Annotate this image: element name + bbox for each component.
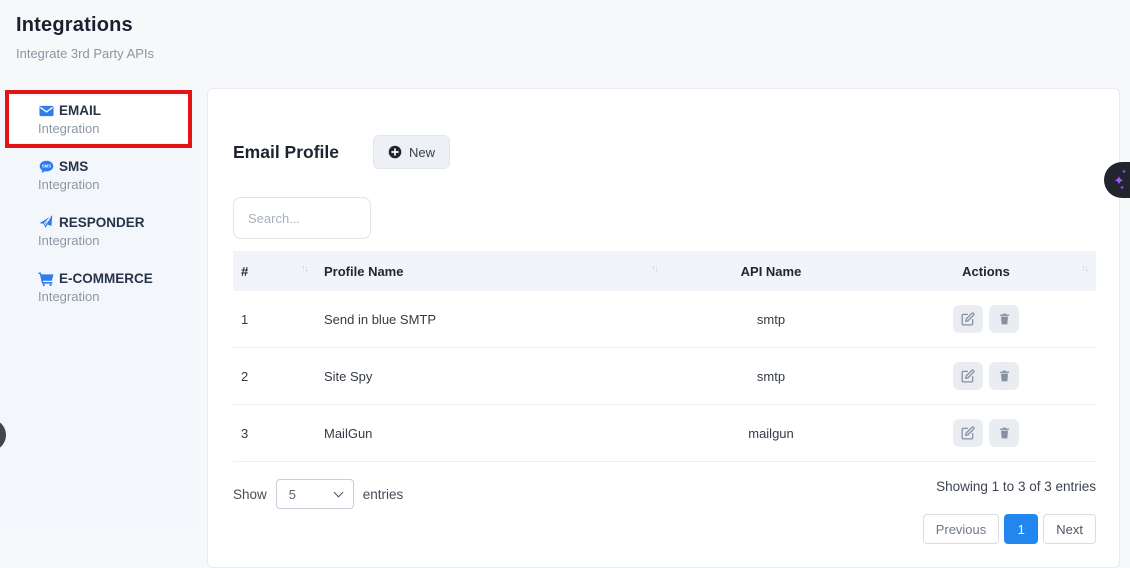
trash-icon xyxy=(998,369,1011,383)
delete-button[interactable] xyxy=(989,362,1019,390)
new-profile-button[interactable]: New xyxy=(373,135,450,169)
new-button-label: New xyxy=(409,145,435,160)
page-size-select[interactable]: 5 xyxy=(276,479,354,509)
cell-num: 1 xyxy=(233,291,316,348)
page-title: Integrations xyxy=(16,14,154,37)
trash-icon xyxy=(998,312,1011,326)
delete-button[interactable] xyxy=(989,305,1019,333)
sort-icon[interactable]: ↑↓ xyxy=(1081,263,1088,273)
edit-pencil-icon xyxy=(961,312,975,326)
sidebar-item-sublabel: Integration xyxy=(38,177,182,192)
edit-button[interactable] xyxy=(953,362,983,390)
page-subtitle: Integrate 3rd Party APIs xyxy=(16,46,154,61)
sort-icon[interactable]: ↑↓ xyxy=(301,263,308,273)
paper-plane-icon xyxy=(38,216,54,229)
sidebar-item-label: E-COMMERCE xyxy=(59,271,153,286)
sort-icon[interactable]: ↑↓ xyxy=(651,263,658,273)
table-row: 2 Site Spy smtp xyxy=(233,348,1096,405)
cell-profile-name: MailGun xyxy=(316,405,666,462)
edit-pencil-icon xyxy=(961,369,975,383)
table-footer: Show 5 entries Showing 1 to 3 of 3 entri… xyxy=(233,479,1096,544)
sparkle-icon: ✦ xyxy=(1121,168,1127,176)
cell-num: 2 xyxy=(233,348,316,405)
cell-num: 3 xyxy=(233,405,316,462)
sidebar-item-ecommerce[interactable]: E-COMMERCE Integration xyxy=(8,264,188,311)
svg-text:SMS: SMS xyxy=(42,163,51,168)
edit-pencil-icon xyxy=(961,426,975,440)
sms-bubble-icon: SMS xyxy=(38,160,54,174)
table-header-row: # ↑↓ Profile Name ↑↓ API Name Actions ↑↓ xyxy=(233,251,1096,291)
cell-profile-name: Send in blue SMTP xyxy=(316,291,666,348)
sidebar-item-label: RESPONDER xyxy=(59,215,145,230)
page-header: Integrations Integrate 3rd Party APIs xyxy=(16,14,154,61)
integration-sidebar: EMAIL Integration SMS SMS Integration RE… xyxy=(0,88,200,528)
delete-button[interactable] xyxy=(989,419,1019,447)
table-row: 3 MailGun mailgun xyxy=(233,405,1096,462)
sidebar-item-sublabel: Integration xyxy=(38,121,182,136)
envelope-icon xyxy=(38,105,54,117)
next-page-button[interactable]: Next xyxy=(1043,514,1096,544)
cell-profile-name: Site Spy xyxy=(316,348,666,405)
sidebar-item-responder[interactable]: RESPONDER Integration xyxy=(8,208,188,255)
entries-label: entries xyxy=(363,487,404,502)
trash-icon xyxy=(998,426,1011,440)
search-input[interactable] xyxy=(233,197,371,239)
page-number-button[interactable]: 1 xyxy=(1004,514,1038,544)
plus-circle-icon xyxy=(388,145,402,159)
column-header-actions[interactable]: Actions ↑↓ xyxy=(876,251,1096,291)
edit-button[interactable] xyxy=(953,305,983,333)
email-profile-table: # ↑↓ Profile Name ↑↓ API Name Actions ↑↓… xyxy=(233,251,1096,462)
previous-page-button[interactable]: Previous xyxy=(923,514,1000,544)
sidebar-item-email[interactable]: EMAIL Integration xyxy=(8,96,188,143)
sidebar-item-label: EMAIL xyxy=(59,103,101,118)
cell-api-name: smtp xyxy=(666,291,876,348)
pagination: Previous 1 Next xyxy=(923,514,1096,544)
column-header-num[interactable]: # ↑↓ xyxy=(233,251,316,291)
column-header-api-name[interactable]: API Name xyxy=(666,251,876,291)
column-header-profile-name[interactable]: Profile Name ↑↓ xyxy=(316,251,666,291)
cell-api-name: mailgun xyxy=(666,405,876,462)
sparkle-icon: ✦ xyxy=(1119,184,1125,192)
sidebar-item-sublabel: Integration xyxy=(38,289,182,304)
shopping-cart-icon xyxy=(38,272,54,286)
sidebar-item-sms[interactable]: SMS SMS Integration xyxy=(8,152,188,199)
table-row: 1 Send in blue SMTP smtp xyxy=(233,291,1096,348)
email-profile-card: Email Profile New # ↑↓ Profile Name ↑↓ xyxy=(207,88,1120,568)
edit-button[interactable] xyxy=(953,419,983,447)
showing-entries-text: Showing 1 to 3 of 3 entries xyxy=(936,479,1096,495)
card-title: Email Profile xyxy=(233,142,339,163)
sidebar-item-label: SMS xyxy=(59,159,88,174)
show-label: Show xyxy=(233,487,267,502)
sidebar-item-sublabel: Integration xyxy=(38,233,182,248)
cell-api-name: smtp xyxy=(666,348,876,405)
